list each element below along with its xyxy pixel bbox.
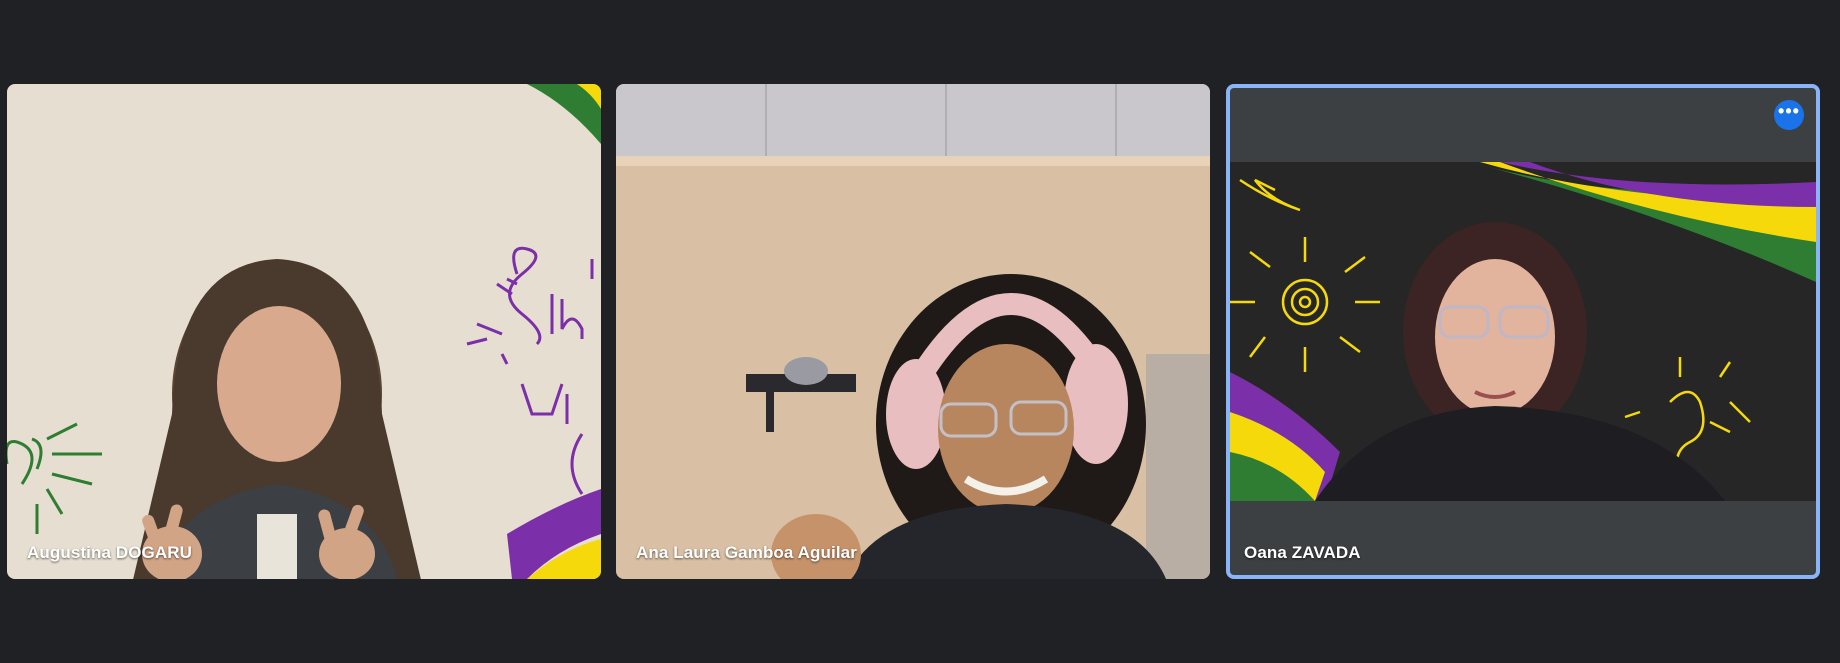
more-horiz-icon: ••• [1778, 101, 1800, 121]
video-frame-2 [616, 84, 1210, 579]
video-frame-1 [7, 84, 601, 579]
video-frame-3 [1230, 162, 1816, 501]
participant-tile-3[interactable]: ••• Oana ZAVADA [1226, 84, 1820, 579]
participant-name: Augustina DOGARU [27, 543, 192, 562]
participant-name: Ana Laura Gamboa Aguilar [636, 543, 857, 562]
participant-video-2 [616, 84, 1210, 579]
participant-video-3 [1230, 162, 1816, 501]
participant-name: Oana ZAVADA [1244, 543, 1361, 562]
more-options-button[interactable]: ••• [1774, 100, 1804, 130]
participant-video-1 [7, 84, 601, 579]
participant-tile-2[interactable]: Ana Laura Gamboa Aguilar [616, 84, 1210, 579]
participant-tile-1[interactable]: Augustina DOGARU [7, 84, 601, 579]
